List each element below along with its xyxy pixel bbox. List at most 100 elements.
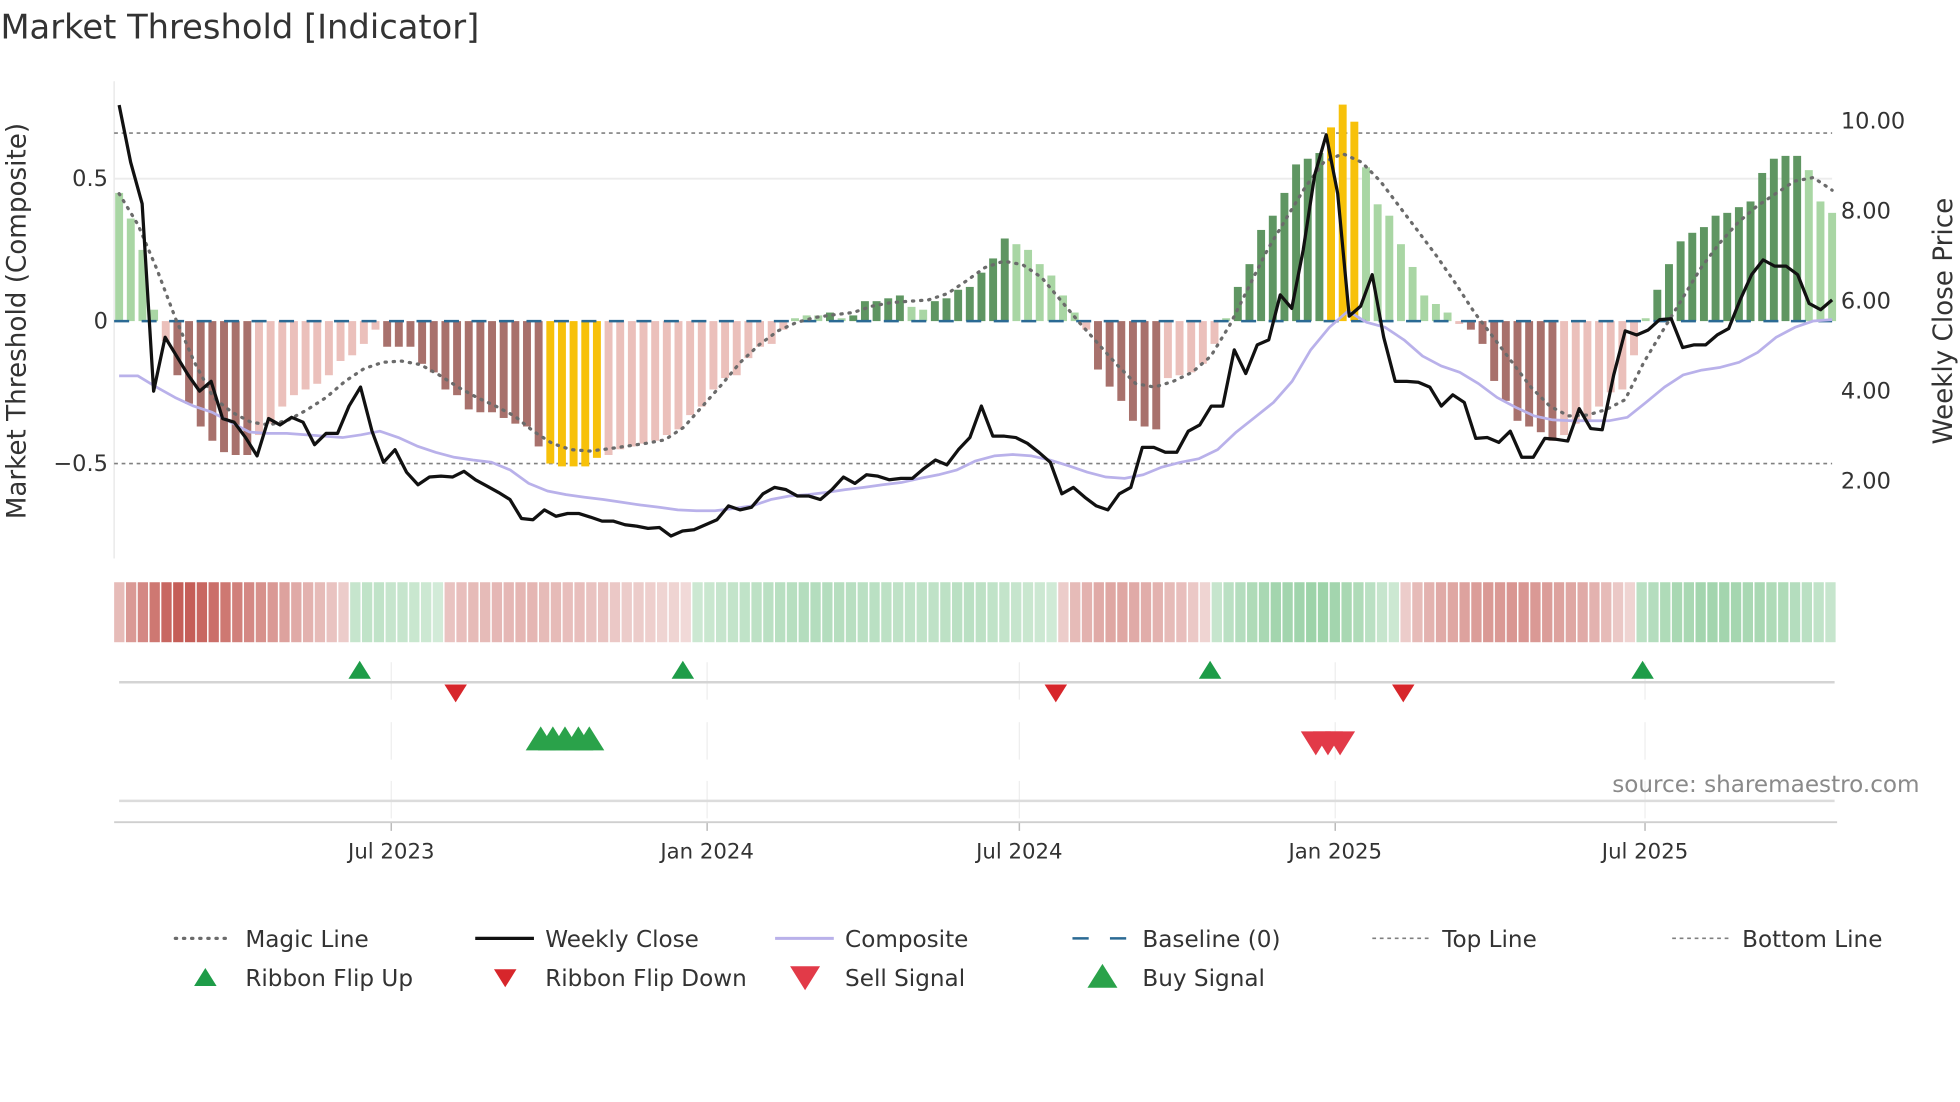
legend-label: Magic Line [245,927,368,953]
composite-bar [592,321,601,458]
ribbon-flip-up-marker [671,660,695,679]
composite-bar [231,321,240,455]
composite-bar [1711,215,1720,322]
ribbon-segment [1282,582,1293,643]
ribbon-segment [963,582,975,643]
ribbon-segment [1306,582,1317,643]
composite-bar [1466,321,1475,330]
x-tick-label: Jul 2025 [1600,839,1688,864]
composite-bar [697,321,706,407]
ribbon-segment [1742,582,1754,643]
ribbon-segment [1294,582,1305,643]
ribbon-segment [1011,582,1022,643]
ribbon-segment [1506,582,1517,643]
composite-bar [1187,321,1196,373]
composite-bar [1560,321,1569,436]
composite-bar [1595,321,1604,407]
ribbon-segment [586,582,597,643]
composite-bar [1583,321,1592,421]
composite-bar [488,321,496,413]
ribbon-segment [1754,582,1765,643]
ribbon-segment [1211,582,1222,643]
composite-bar [1816,201,1825,322]
ribbon-segment [444,582,455,643]
composite-bar [1396,244,1405,322]
composite-bar [942,298,951,322]
ribbon-segment [243,582,255,643]
composite-bar [1350,121,1359,322]
ribbon-segment [656,582,668,643]
ribbon-segment [1577,582,1588,643]
ribbon-segment [267,582,278,643]
composite-bar [1268,215,1277,322]
chart-title: Market Threshold [Indicator] [0,8,479,47]
ribbon-segment [1624,582,1635,643]
composite-bar [744,321,753,359]
composite-bar [523,321,531,427]
composite-bar [860,301,869,322]
ribbon-segment [1388,582,1399,643]
ribbon-segment [1329,582,1340,643]
ribbon-segment [1140,582,1152,643]
ribbon-segment [373,582,385,643]
ribbon-segment [822,582,833,643]
composite-bar [266,321,275,424]
ribbon-segment [952,582,963,643]
ribbon-segment [1612,582,1624,643]
composite-bar [767,321,776,344]
ribbon-segment [1105,582,1116,643]
ribbon-segment [503,582,514,643]
ribbon-segment [633,582,644,643]
ribbon-segment [114,582,125,643]
ribbon-segment [727,582,739,643]
ribbon-segment [810,582,821,643]
composite-bar [639,321,648,444]
composite-bar [429,321,438,373]
ribbon-segment [928,582,939,643]
ribbon-segment [668,582,680,643]
legend-label: Bottom Line [1742,927,1882,953]
x-tick-label: Jul 2023 [346,839,434,864]
ribbon-segment [1636,582,1647,643]
composite-bar [977,272,986,322]
ribbon-segment [680,582,691,643]
composite-bar [1548,321,1557,441]
ribbon-segment [279,582,290,643]
ribbon-segment [137,582,149,643]
ribbon-segment [1719,582,1730,643]
ribbon-segment [1152,582,1163,643]
legend-label: Weekly Close [545,927,699,953]
composite-bar [686,321,695,416]
buy-signal-legend-icon [1087,963,1118,988]
ribbon-segment [798,582,809,643]
ribbon-segment [326,582,337,643]
composite-bar [1676,241,1685,322]
right-tick-label: 4.00 [1841,379,1891,405]
ribbon-segment [1553,582,1565,643]
ribbon-segment [1058,582,1069,643]
composite-bar [324,321,333,376]
ribbon-segment [173,582,184,643]
left-tick-label: −0.5 [53,451,108,477]
composite-bar [1408,266,1417,322]
composite-bar [289,321,298,396]
ribbon-segment [786,582,798,643]
ribbon-segment [361,582,373,643]
legend-label: Ribbon Flip Down [545,966,747,992]
ribbon-segment [1813,582,1824,643]
composite-bar [1443,312,1452,322]
ribbon-segment [350,582,361,643]
ribbon-segment [692,582,703,643]
composite-bar [919,309,928,322]
legend-label: Sell Signal [845,966,965,992]
composite-bar [1152,321,1161,430]
ribbon-segment [904,582,916,643]
ribbon-segment [1365,582,1376,643]
ribbon-segment [515,582,526,643]
composite-bar [930,301,939,322]
ribbon-segment [621,582,632,643]
composite-bar [791,318,799,322]
ribbon-segment [314,582,326,643]
ribbon-segment [1530,582,1541,643]
composite-bar [1245,264,1254,322]
